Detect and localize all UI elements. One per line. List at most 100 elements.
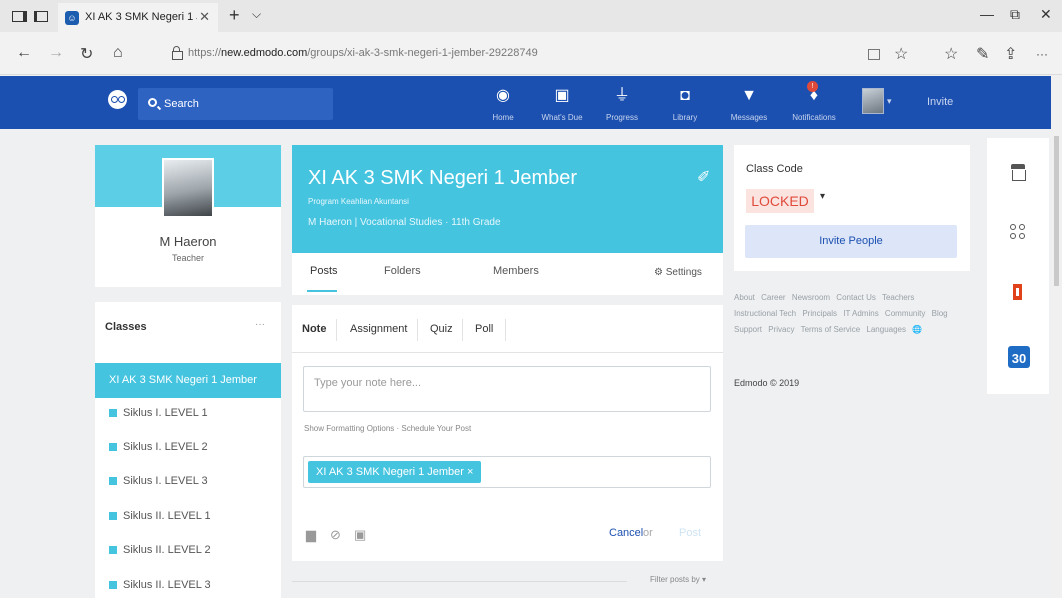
- class-name: Siklus II. LEVEL 1: [123, 510, 211, 522]
- class-item-active[interactable]: XI AK 3 SMK Negeri 1 Jember: [95, 363, 281, 398]
- recipient-chip[interactable]: XI AK 3 SMK Negeri 1 Jember ×: [308, 461, 482, 483]
- back-button[interactable]: ←: [16, 44, 32, 62]
- chevron-down-icon[interactable]: ▾: [887, 96, 892, 107]
- tab-members[interactable]: Members: [493, 265, 539, 277]
- class-color-icon: [109, 512, 117, 520]
- invite-people-button[interactable]: Invite People: [745, 225, 957, 258]
- close-window-button[interactable]: ✕: [1040, 6, 1052, 23]
- user-avatar[interactable]: [862, 88, 884, 114]
- tab-close-icon[interactable]: ✕: [199, 9, 210, 25]
- home-button[interactable]: ⌂: [113, 44, 123, 62]
- group-subtitle: Program Keahlian Akuntansi: [308, 197, 409, 206]
- class-name: Siklus I. LEVEL 1: [123, 407, 208, 419]
- browser-tab-active[interactable]: ☺ XI AK 3 SMK Negeri 1 Je ✕: [58, 3, 218, 32]
- tab-poll[interactable]: Poll: [475, 323, 493, 335]
- footer-link[interactable]: Contact Us: [836, 293, 876, 302]
- tab-settings[interactable]: ⚙ Settings: [654, 267, 702, 278]
- pen-icon[interactable]: ✎: [976, 44, 989, 64]
- note-input[interactable]: Type your note here...: [303, 366, 711, 412]
- footer-link[interactable]: Privacy: [768, 325, 794, 334]
- footer-link[interactable]: Teachers: [882, 293, 914, 302]
- more-options-icon[interactable]: ···: [255, 319, 265, 330]
- footer-link[interactable]: Principals: [802, 309, 837, 318]
- footer-link[interactable]: IT Admins: [843, 309, 878, 318]
- recipient-field[interactable]: XI AK 3 SMK Negeri 1 Jember ×: [303, 456, 711, 488]
- footer-link[interactable]: Blog: [932, 309, 948, 318]
- list-item[interactable]: Siklus I. LEVEL 3: [95, 466, 281, 500]
- post-button[interactable]: Post: [679, 527, 701, 539]
- footer-links: About Career Newsroom Contact Us Teacher…: [734, 290, 970, 338]
- invite-link[interactable]: Invite: [927, 96, 953, 108]
- tab-preview-icon[interactable]: [32, 9, 48, 23]
- tab-list-chevron-icon[interactable]: ⌵: [252, 7, 261, 22]
- nav-label: Progress: [605, 113, 638, 122]
- tab-posts[interactable]: Posts: [310, 265, 338, 277]
- edmodo-logo-icon[interactable]: [108, 90, 127, 109]
- scrollbar-thumb[interactable]: [1054, 136, 1059, 286]
- edmodo-header: ◉ Home ▣ What's Due ⏚ Progress ◘ Library…: [0, 76, 1062, 129]
- refresh-button[interactable]: ↻: [80, 44, 93, 64]
- favorites-hub-icon[interactable]: ☆: [944, 44, 958, 64]
- library-attach-icon[interactable]: ▣: [354, 527, 366, 543]
- scrollbar[interactable]: [1051, 76, 1062, 598]
- nav-home[interactable]: ◉ Home: [483, 76, 523, 129]
- store-icon[interactable]: [1010, 164, 1028, 182]
- search-input[interactable]: [164, 95, 324, 113]
- link-attach-icon[interactable]: ⊘: [330, 527, 341, 543]
- favorite-star-icon[interactable]: ☆: [894, 44, 908, 64]
- filter-posts-dropdown[interactable]: Filter posts by ▾: [650, 575, 706, 584]
- list-item[interactable]: Siklus II. LEVEL 3: [95, 570, 281, 598]
- tab-quiz[interactable]: Quiz: [430, 323, 453, 335]
- list-item[interactable]: Siklus II. LEVEL 2: [95, 535, 281, 569]
- tab-folders[interactable]: Folders: [384, 265, 421, 277]
- office-icon[interactable]: [1010, 284, 1028, 302]
- apps-grid-icon[interactable]: [1010, 224, 1028, 242]
- footer-link[interactable]: Career: [761, 293, 785, 302]
- footer-link[interactable]: Newsroom: [792, 293, 830, 302]
- class-code-dropdown-icon[interactable]: ▾: [820, 191, 825, 202]
- share-icon[interactable]: ⇪: [1004, 44, 1017, 64]
- profile-name[interactable]: M Haeron: [95, 234, 281, 249]
- window-menu-icon[interactable]: [11, 9, 27, 23]
- url-field[interactable]: https://new.edmodo.com/groups/xi-ak-3-sm…: [170, 42, 912, 66]
- footer-link[interactable]: Community: [885, 309, 925, 318]
- remove-recipient-icon[interactable]: ×: [467, 466, 473, 478]
- nav-messages[interactable]: ▼ Messages: [726, 76, 772, 129]
- footer-link[interactable]: Terms of Service: [801, 325, 861, 334]
- new-tab-button[interactable]: +: [229, 5, 240, 26]
- group-title: XI AK 3 SMK Negeri 1 Jember: [308, 167, 578, 189]
- footer-link[interactable]: Instructional Tech: [734, 309, 796, 318]
- footer-link[interactable]: Languages: [866, 325, 906, 334]
- file-attach-icon[interactable]: ▆: [306, 527, 316, 543]
- formatting-options-link[interactable]: Show Formatting Options · Schedule Your …: [304, 424, 471, 433]
- tab-assignment[interactable]: Assignment: [350, 323, 407, 335]
- footer-link[interactable]: Support: [734, 325, 762, 334]
- minimize-button[interactable]: —: [980, 6, 994, 22]
- nav-whats-due[interactable]: ▣ What's Due: [537, 76, 587, 129]
- list-item[interactable]: Siklus II. LEVEL 1: [95, 501, 281, 535]
- forward-button[interactable]: →: [48, 44, 64, 62]
- note-placeholder: Type your note here...: [314, 377, 422, 389]
- nav-library[interactable]: ◘ Library: [665, 76, 705, 129]
- reading-view-icon[interactable]: [868, 49, 880, 60]
- footer-link[interactable]: About: [734, 293, 755, 302]
- class-color-icon: [109, 409, 117, 417]
- search-box[interactable]: [138, 88, 333, 120]
- divider: [292, 581, 627, 582]
- edit-pencil-icon[interactable]: ✐: [697, 167, 710, 187]
- cancel-button[interactable]: Cancel: [609, 527, 643, 539]
- nav-progress[interactable]: ⏚ Progress: [600, 76, 644, 129]
- restore-button[interactable]: ⧉: [1010, 6, 1020, 23]
- or-text: or: [643, 527, 653, 539]
- clipboard-icon: ▣: [554, 87, 570, 104]
- calendar-icon[interactable]: 30: [1008, 346, 1030, 368]
- globe-icon: 🌐: [912, 325, 923, 334]
- class-color-icon: [109, 546, 117, 554]
- nav-notifications[interactable]: ♦ ! Notifications: [785, 76, 843, 129]
- more-icon[interactable]: ···: [1036, 47, 1048, 61]
- list-item[interactable]: Siklus I. LEVEL 2: [95, 432, 281, 466]
- list-item[interactable]: Siklus I. LEVEL 1: [95, 398, 281, 432]
- class-color-icon: [109, 581, 117, 589]
- profile-photo[interactable]: [162, 158, 214, 218]
- tab-note[interactable]: Note: [302, 323, 326, 335]
